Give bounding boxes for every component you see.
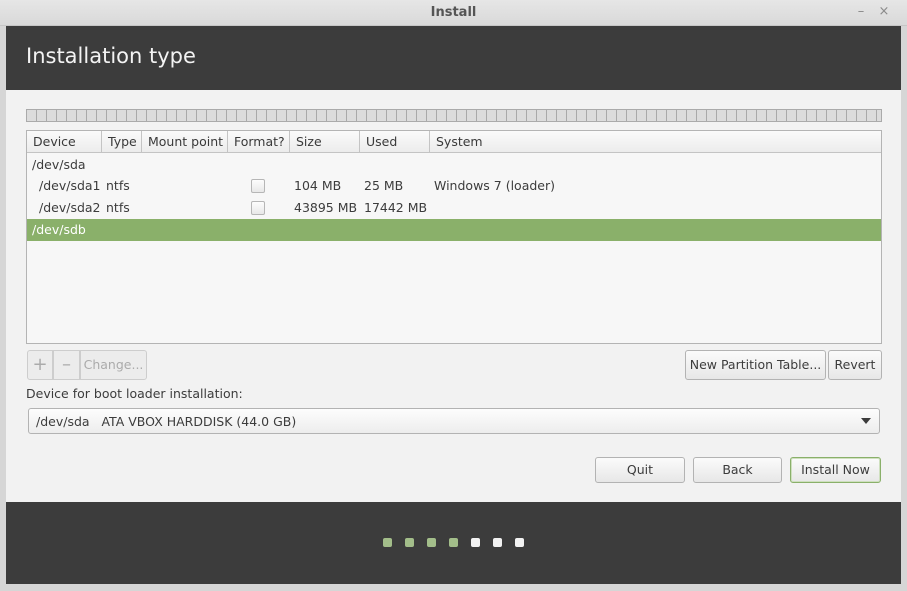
- page-header: Installation type: [6, 26, 901, 90]
- used-cell: 25 MB: [364, 178, 404, 193]
- column-header-system[interactable]: System: [430, 131, 881, 153]
- minimize-icon[interactable]: –: [853, 4, 869, 20]
- partition-bar: [26, 109, 882, 122]
- revert-button[interactable]: Revert: [828, 350, 882, 380]
- device-cell: /dev/sda: [32, 157, 86, 172]
- close-icon[interactable]: ×: [876, 4, 892, 20]
- used-cell: 17442 MB: [364, 200, 428, 215]
- table-header: Device Type Mount point Format? Size Use…: [27, 131, 881, 153]
- device-cell: /dev/sda1: [39, 178, 101, 193]
- column-header-mount-point[interactable]: Mount point: [142, 131, 228, 153]
- chevron-down-icon: [861, 418, 871, 424]
- system-cell: Windows 7 (loader): [434, 178, 555, 193]
- back-button[interactable]: Back: [693, 457, 782, 483]
- progress-dot-done: [427, 538, 436, 547]
- table-row[interactable]: /dev/sda2 ntfs 43895 MB 17442 MB: [27, 197, 881, 219]
- title-bar: Install – ×: [0, 0, 907, 26]
- table-row[interactable]: /dev/sda: [27, 154, 881, 176]
- install-now-button[interactable]: Install Now: [790, 457, 881, 483]
- bootloader-device-select[interactable]: /dev/sda ATA VBOX HARDDISK (44.0 GB): [28, 408, 880, 434]
- new-partition-table-button[interactable]: New Partition Table...: [685, 350, 826, 380]
- column-header-type[interactable]: Type: [102, 131, 142, 153]
- installer-window: Install – × Installation type Device Typ…: [0, 0, 907, 591]
- type-cell: ntfs: [106, 200, 130, 215]
- remove-partition-button[interactable]: –: [53, 350, 80, 380]
- progress-dot-done: [449, 538, 458, 547]
- window-title: Install: [430, 5, 477, 20]
- type-cell: ntfs: [106, 178, 130, 193]
- column-header-used[interactable]: Used: [360, 131, 430, 153]
- bootloader-selected-value: /dev/sda ATA VBOX HARDDISK (44.0 GB): [36, 414, 297, 429]
- page-title: Installation type: [26, 44, 196, 68]
- device-cell: /dev/sda2: [39, 200, 101, 215]
- quit-button[interactable]: Quit: [595, 457, 685, 483]
- table-row[interactable]: /dev/sda1 ntfs 104 MB 25 MB Windows 7 (l…: [27, 175, 881, 197]
- size-cell: 104 MB: [294, 178, 342, 193]
- main-content: Device Type Mount point Format? Size Use…: [6, 90, 901, 502]
- device-cell: /dev/sdb: [32, 222, 86, 237]
- progress-dot-pending: [515, 538, 524, 547]
- change-partition-button[interactable]: Change...: [80, 350, 147, 380]
- column-header-device[interactable]: Device: [27, 131, 102, 153]
- table-row-selected[interactable]: /dev/sdb: [27, 219, 881, 241]
- progress-dot-done: [405, 538, 414, 547]
- format-checkbox[interactable]: [251, 179, 265, 193]
- format-checkbox[interactable]: [251, 201, 265, 215]
- add-partition-button[interactable]: +: [27, 350, 53, 380]
- size-cell: 43895 MB: [294, 200, 358, 215]
- partition-table[interactable]: Device Type Mount point Format? Size Use…: [26, 130, 882, 344]
- progress-dot-done: [383, 538, 392, 547]
- progress-dot-pending: [493, 538, 502, 547]
- column-header-size[interactable]: Size: [290, 131, 360, 153]
- column-header-format[interactable]: Format?: [228, 131, 290, 153]
- progress-dot-pending: [471, 538, 480, 547]
- progress-footer: [6, 502, 901, 584]
- bootloader-label: Device for boot loader installation:: [26, 386, 243, 401]
